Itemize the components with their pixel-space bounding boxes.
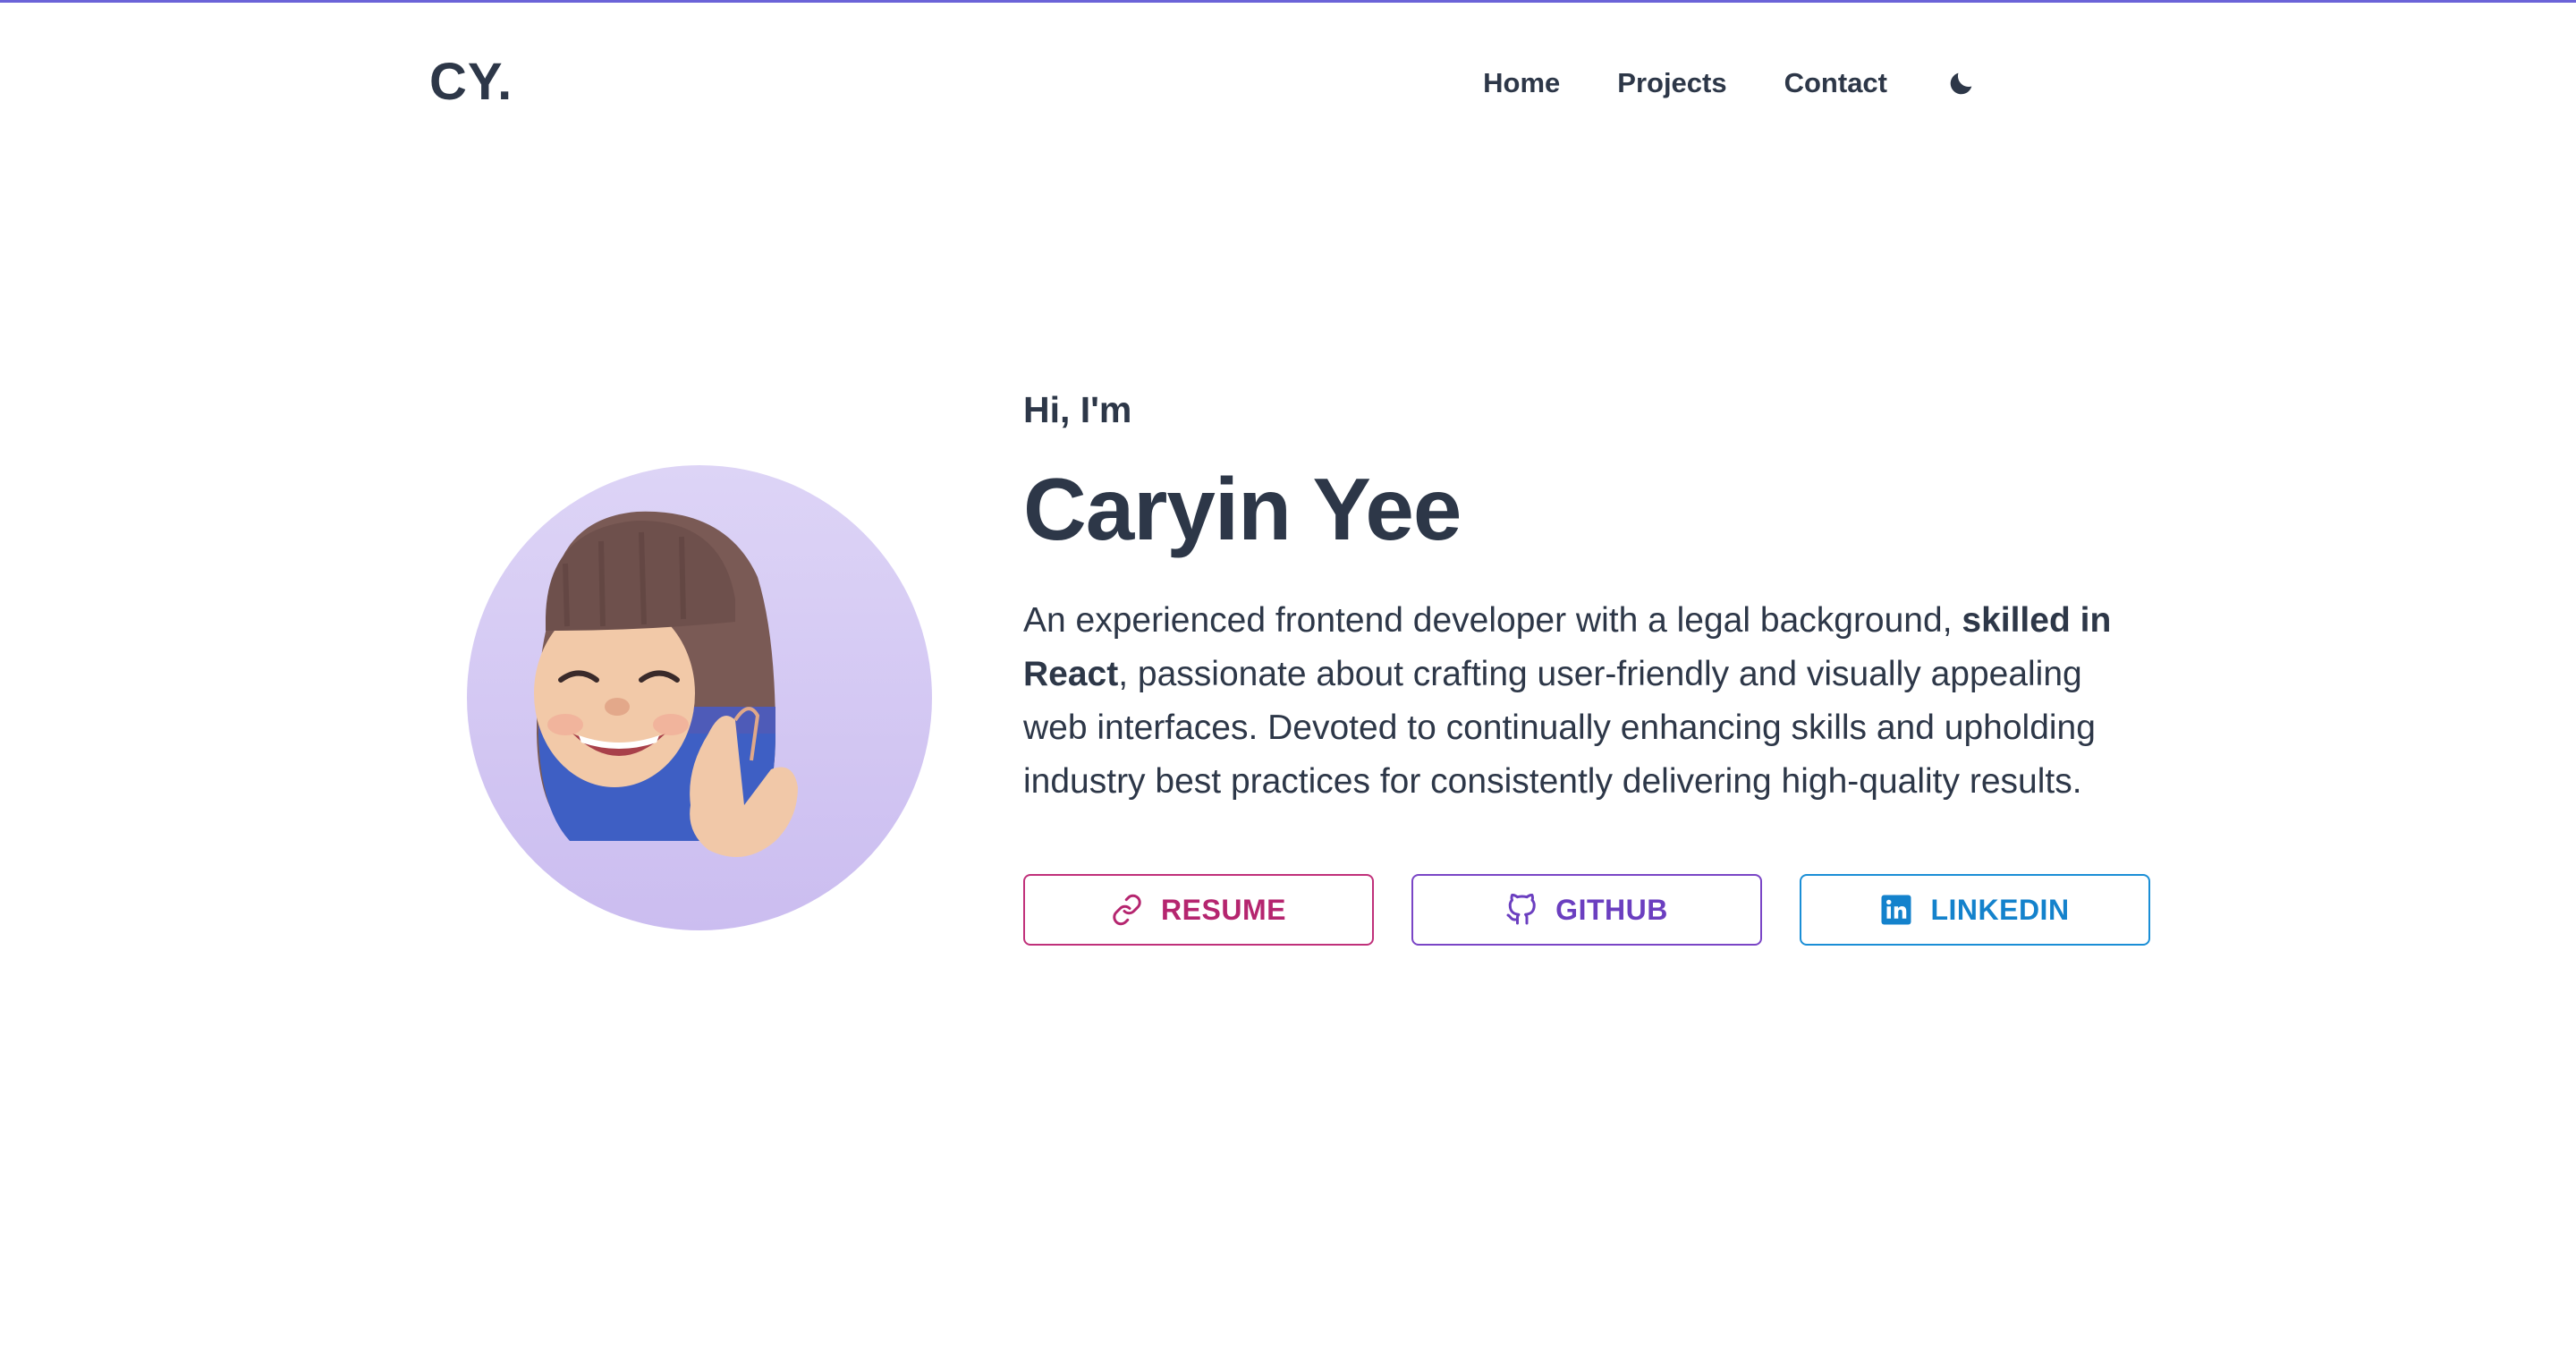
top-accent-bar	[0, 0, 2576, 3]
social-buttons: RESUME GITHUB LINKEDIN	[1023, 874, 2150, 946]
linkedin-label: LINKEDIN	[1930, 893, 2070, 926]
linkedin-icon	[1881, 895, 1911, 925]
bio-part-2: , passionate about crafting user-friendl…	[1023, 655, 2096, 801]
link-icon	[1113, 894, 1141, 926]
avatar	[467, 465, 932, 930]
page-title: Caryin Yee	[1023, 460, 1462, 558]
memoji-avatar	[534, 511, 798, 857]
nav-links: Home Projects Contact	[1483, 63, 2147, 104]
nav-link-contact[interactable]: Contact	[1784, 67, 1887, 99]
logo[interactable]: CY.	[429, 52, 513, 112]
hero-text: Hi, I'm Caryin Yee An experienced fronte…	[1023, 385, 2150, 809]
resume-button[interactable]: RESUME	[1023, 874, 1374, 946]
navbar: CY. Home Projects Contact	[428, 47, 2147, 118]
github-icon	[1506, 894, 1536, 925]
resume-label: RESUME	[1161, 893, 1286, 926]
linkedin-button[interactable]: LINKEDIN	[1800, 874, 2150, 946]
greeting: Hi, I'm	[1023, 389, 1132, 430]
github-button[interactable]: GITHUB	[1411, 874, 1762, 946]
bio-part-1: An experienced frontend developer with a…	[1023, 601, 1962, 640]
theme-toggle-button[interactable]	[1941, 63, 1982, 104]
bio: An experienced frontend developer with a…	[1023, 594, 2141, 809]
moon-icon	[1950, 72, 1972, 95]
nav-link-home[interactable]: Home	[1483, 67, 1560, 99]
nav-link-projects[interactable]: Projects	[1617, 67, 1726, 99]
github-label: GITHUB	[1555, 893, 1668, 926]
